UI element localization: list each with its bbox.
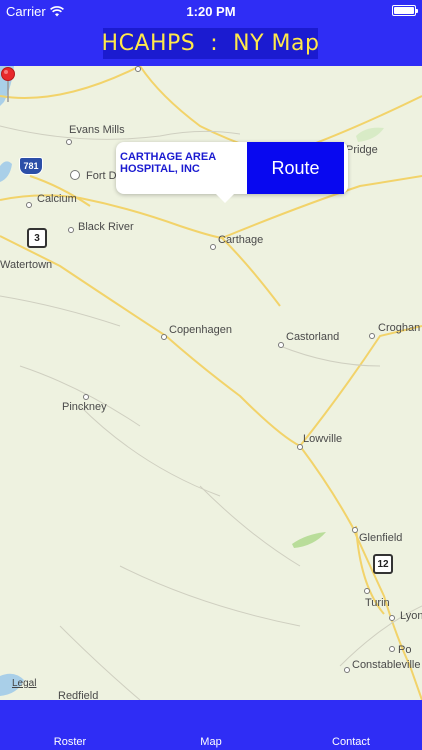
town-marker xyxy=(68,227,74,233)
us-route-shield: 12 xyxy=(373,554,393,574)
map-pin-icon[interactable] xyxy=(0,66,16,104)
place-watertown: Watertown xyxy=(0,259,53,271)
town-marker xyxy=(278,342,284,348)
hospital-callout[interactable]: CARTHAGE AREA HOSPITAL, INC Route xyxy=(116,142,348,203)
park-area xyxy=(292,532,326,548)
place-croghan: Croghan xyxy=(378,322,421,334)
state-route-shield: 3 xyxy=(27,228,47,248)
town-marker xyxy=(70,170,80,180)
clock: 1:20 PM xyxy=(186,4,236,19)
place-castorland: Castorland xyxy=(286,331,340,343)
place-pridge: Pridge xyxy=(346,144,378,156)
town-marker xyxy=(352,527,358,533)
park-area xyxy=(356,127,384,142)
town-marker xyxy=(389,615,395,621)
town-marker xyxy=(83,394,89,400)
place-lyon: Lyon xyxy=(400,610,422,622)
town-marker xyxy=(26,202,32,208)
title-box: HCAHPS : NY Map xyxy=(101,28,320,59)
tab-contact[interactable]: Contact xyxy=(321,736,381,748)
legal-link[interactable]: Legal xyxy=(12,678,36,689)
town-marker xyxy=(344,667,350,673)
status-bar: Carrier 1:20 PM xyxy=(0,0,422,22)
place-copenhagen: Copenhagen xyxy=(169,324,233,336)
place-po: Po xyxy=(398,644,412,656)
header: Carrier 1:20 PM HCAHPS : NY Map xyxy=(0,0,422,66)
place-evans-mills: Evans Mills xyxy=(69,124,125,136)
hospital-name: CARTHAGE AREA HOSPITAL, INC xyxy=(120,151,216,175)
interstate-shield: 781 xyxy=(19,157,43,175)
town-marker xyxy=(135,66,141,72)
route-button[interactable]: Route xyxy=(247,142,344,194)
place-redfield: Redfield xyxy=(58,690,99,700)
town-marker xyxy=(364,588,370,594)
place-lowville: Lowville xyxy=(303,433,343,445)
water-body xyxy=(0,161,12,182)
town-marker xyxy=(210,244,216,250)
town-marker xyxy=(369,333,375,339)
place-turin: Turin xyxy=(365,597,390,609)
page-title: HCAHPS : NY Map xyxy=(101,31,320,56)
place-glenfield: Glenfield xyxy=(359,532,403,544)
tab-bar: Roster Map Contact xyxy=(0,700,422,750)
place-carthage: Carthage xyxy=(218,234,264,246)
place-fort-drum: Fort D xyxy=(86,170,117,182)
place-calcium: Calcium xyxy=(37,193,77,205)
place-pinckney: Pinckney xyxy=(62,401,107,413)
tab-map[interactable]: Map xyxy=(181,736,241,748)
minor-roads xyxy=(0,125,422,700)
battery-level xyxy=(394,7,414,14)
tab-roster[interactable]: Roster xyxy=(40,736,100,748)
battery-icon xyxy=(392,5,418,16)
map-view[interactable]: Evans Mills Fort D 781 Calcium Black Riv… xyxy=(0,66,422,700)
town-marker xyxy=(161,334,167,340)
place-black-river: Black River xyxy=(78,221,134,233)
town-marker xyxy=(389,646,395,652)
place-constableville: Constableville xyxy=(352,659,421,671)
town-marker xyxy=(66,139,72,145)
